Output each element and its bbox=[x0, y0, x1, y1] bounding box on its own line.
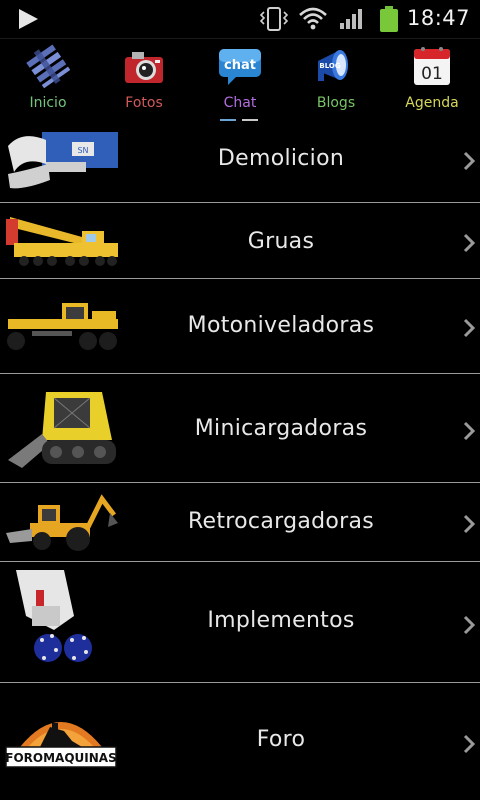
play-icon bbox=[19, 9, 38, 29]
tab-inicio[interactable]: Inicio bbox=[0, 39, 96, 122]
foromaquinas-logo: FOROMAQUINAS bbox=[5, 722, 117, 768]
tab-label: Fotos bbox=[125, 95, 163, 111]
tab-label: Agenda bbox=[405, 95, 459, 111]
tab-agenda[interactable]: 01 Agenda bbox=[384, 39, 480, 122]
chevron-right-icon bbox=[463, 151, 476, 171]
list-item-foro[interactable]: FOROMAQUINAS Foro bbox=[0, 683, 480, 800]
chevron-right-icon bbox=[463, 615, 476, 635]
tab-blogs[interactable]: BLOG Blogs bbox=[288, 39, 384, 122]
chevron-right-icon bbox=[463, 421, 476, 441]
implement-drum-cutter-image bbox=[16, 570, 92, 662]
list-item-implementos[interactable]: Implementos bbox=[0, 562, 480, 683]
calendar-day-text: 01 bbox=[421, 64, 443, 84]
list-item-label: Implementos bbox=[207, 608, 355, 633]
tab-selected-indicator bbox=[242, 119, 258, 121]
list-item-label: Motoniveladoras bbox=[187, 313, 375, 338]
list-item-label: Retrocargadoras bbox=[187, 509, 375, 534]
status-clock: 18:47 bbox=[406, 6, 470, 30]
list-item-label: Demolicion bbox=[217, 146, 345, 171]
list-item-retrocargadoras[interactable]: Retrocargadoras bbox=[0, 483, 480, 562]
blog-megaphone-icon: BLOG bbox=[318, 50, 348, 81]
calendar-icon: 01 bbox=[414, 47, 450, 85]
list-item-motoniveladoras[interactable]: Motoniveladoras bbox=[0, 279, 480, 374]
skid-steer-image bbox=[8, 392, 116, 468]
demolition-shear-image: SN bbox=[8, 132, 118, 189]
tab-fotos[interactable]: Fotos bbox=[96, 39, 192, 122]
tab-label: Blogs bbox=[316, 95, 356, 111]
chat-icon: chat bbox=[219, 49, 261, 85]
foro-logo-text: FOROMAQUINAS bbox=[5, 751, 116, 765]
vibrate-icon bbox=[259, 7, 289, 31]
category-list: SN Demolicion Gruas Motoniveladoras Mini… bbox=[0, 122, 480, 800]
list-item-label: Minicargadoras bbox=[194, 416, 368, 441]
camera-icon bbox=[125, 52, 163, 83]
motor-grader-image bbox=[7, 303, 118, 350]
list-item-gruas[interactable]: Gruas bbox=[0, 203, 480, 279]
battery-icon bbox=[380, 6, 398, 32]
tab-label: Chat bbox=[223, 95, 257, 111]
chevron-right-icon bbox=[463, 233, 476, 253]
tab-chat[interactable]: chat Chat bbox=[192, 39, 288, 122]
inicio-icon bbox=[26, 44, 70, 89]
chat-badge-text: chat bbox=[224, 58, 256, 73]
list-item-label: Foro bbox=[256, 727, 306, 752]
chevron-right-icon bbox=[463, 514, 476, 534]
list-item-minicargadoras[interactable]: Minicargadoras bbox=[0, 374, 480, 483]
signal-icon bbox=[340, 9, 362, 29]
tab-selected-indicator bbox=[220, 119, 236, 121]
tab-bar: Inicio Fotos chat Chat BLOG Blogs 01 Age… bbox=[0, 39, 480, 122]
list-item-demolicion[interactable]: SN Demolicion bbox=[0, 122, 480, 203]
wifi-icon bbox=[299, 7, 327, 30]
backhoe-loader-image bbox=[6, 494, 118, 551]
svg-text:SN: SN bbox=[77, 146, 88, 155]
chevron-right-icon bbox=[463, 734, 476, 754]
tab-label: Inicio bbox=[29, 95, 67, 111]
blog-badge-text: BLOG bbox=[319, 62, 340, 70]
chevron-right-icon bbox=[463, 318, 476, 338]
list-item-label: Gruas bbox=[247, 229, 315, 254]
crane-truck-image bbox=[6, 217, 118, 266]
status-bar: 18:47 bbox=[0, 0, 480, 39]
